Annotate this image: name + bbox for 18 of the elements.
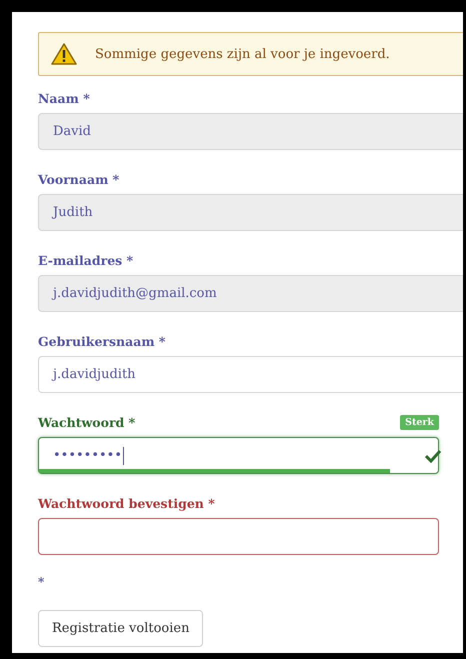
check-icon: [425, 449, 441, 463]
input-field[interactable]: Judith: [38, 194, 463, 231]
input-field[interactable]: •••••••••: [38, 437, 439, 474]
input-field[interactable]: j.davidjudith@gmail.com: [38, 275, 463, 312]
field-label: Voornaam *: [38, 172, 120, 186]
alert-text: Sommige gegevens zijn al voor je ingevoerd.: [95, 46, 390, 62]
submit-button[interactable]: Registratie voltooien: [38, 610, 204, 647]
field-label: Wachtwoord *: [38, 414, 136, 430]
field-label: E-mailadres *: [38, 252, 134, 268]
input-field[interactable]: David: [38, 113, 463, 150]
field-label: Naam *: [38, 90, 90, 106]
field-label: Wachtwoord bevestigen *: [38, 496, 215, 510]
field-label: Gebruikersnaam *: [38, 334, 166, 348]
strength-badge: Sterk: [400, 414, 439, 430]
input-field[interactable]: [38, 518, 439, 555]
input-field[interactable]: j.davidjudith: [38, 356, 463, 393]
required-note: *: [38, 575, 46, 589]
warning-icon: [51, 43, 77, 65]
